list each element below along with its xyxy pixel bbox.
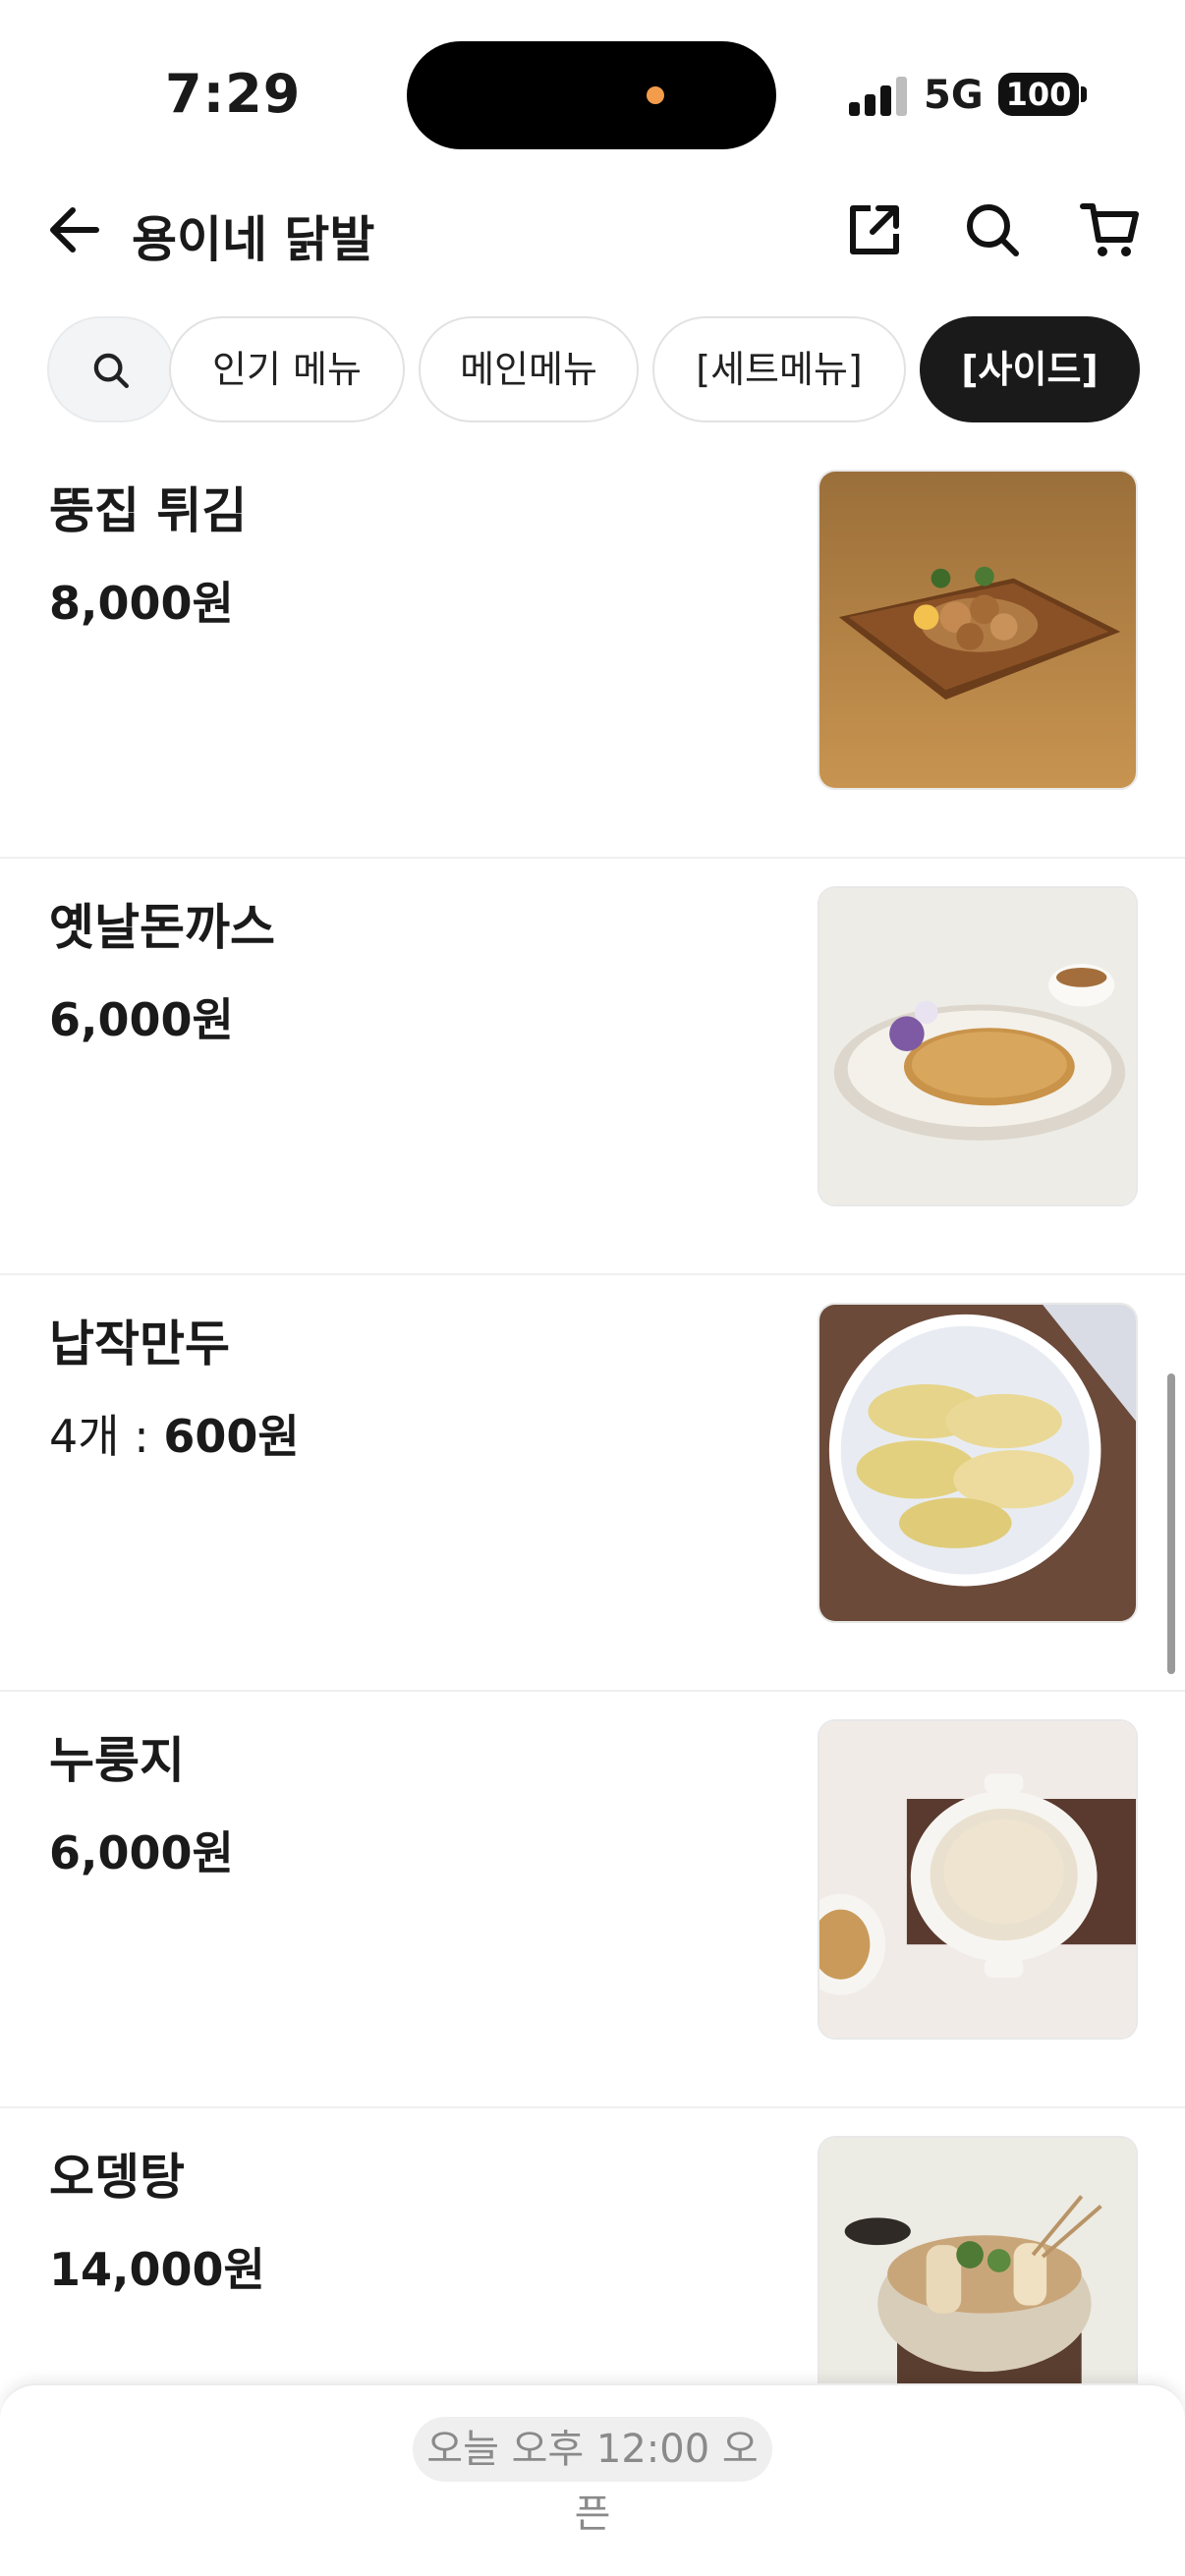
scrollbar[interactable]	[1167, 1373, 1175, 1674]
store-name-title: 용이네 닭발	[132, 211, 375, 268]
network-type: 5G	[924, 73, 984, 118]
chip-main-menu[interactable]: 메인메뉴	[419, 316, 639, 422]
menu-item-name: 옛날돈까스	[49, 899, 275, 956]
dynamic-island	[407, 41, 776, 149]
menu-item-price: 14,000원	[49, 2243, 265, 2296]
chip-set-menu[interactable]: [세트메뉴]	[652, 316, 906, 422]
menu-item[interactable]: 뚱집 튀김 8,000원	[0, 442, 1185, 859]
category-chip-bar: 인기 메뉴 메인메뉴 [세트메뉴] [사이드]	[0, 316, 1185, 424]
battery-icon: 100	[998, 73, 1079, 116]
camera-indicator-dot	[647, 86, 664, 104]
back-arrow-icon[interactable]	[43, 198, 106, 261]
menu-item-name: 뚱집 튀김	[49, 482, 248, 539]
bottom-sheet: 오늘 오후 12:00 오픈	[0, 2383, 1185, 2576]
menu-item-price: 6,000원	[49, 1826, 234, 1879]
cellular-signal-icon	[849, 77, 910, 116]
menu-item-name: 납작만두	[49, 1316, 230, 1372]
share-icon[interactable]	[843, 198, 906, 261]
search-icon	[93, 353, 129, 388]
menu-item[interactable]: 누룽지 6,000원	[0, 1692, 1185, 2108]
battery-tip	[1081, 86, 1087, 102]
status-time: 7:29	[165, 63, 302, 125]
store-header: 용이네 닭발	[0, 177, 1185, 285]
fried-chicken-image	[818, 470, 1138, 790]
category-search-button[interactable]	[47, 316, 175, 422]
menu-item-name: 누룽지	[49, 1732, 185, 1789]
flat-dumplings-image	[818, 1303, 1138, 1623]
menu-item-price: 8,000원	[49, 577, 234, 630]
cart-icon[interactable]	[1079, 198, 1142, 261]
chip-popular-menu[interactable]: 인기 메뉴	[169, 316, 405, 422]
menu-item[interactable]: 납작만두 4개 : 600원	[0, 1275, 1185, 1692]
pork-cutlet-image	[818, 886, 1138, 1206]
opening-time-notice: 오늘 오후 12:00 오픈	[413, 2417, 772, 2537]
menu-item-name: 오뎅탕	[49, 2149, 185, 2206]
search-icon[interactable]	[961, 198, 1024, 261]
menu-item-price: 6,000원	[49, 993, 234, 1046]
fish-cake-soup-image	[818, 2136, 1138, 2385]
status-bar: 7:29 5G 100	[0, 0, 1185, 177]
menu-item[interactable]: 옛날돈까스 6,000원	[0, 859, 1185, 1275]
chip-side-menu[interactable]: [사이드]	[920, 316, 1140, 422]
menu-item-price: 4개 : 600원	[49, 1410, 300, 1463]
scorched-rice-porridge-image	[818, 1719, 1138, 2040]
